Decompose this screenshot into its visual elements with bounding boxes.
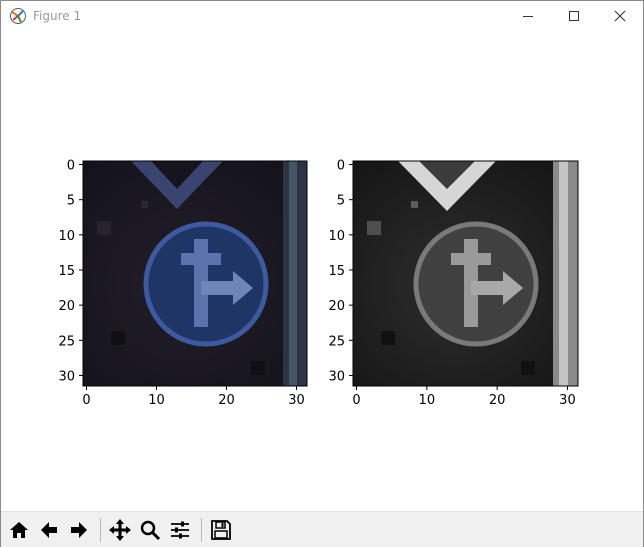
title-bar[interactable]: Figure 1 [1, 1, 643, 31]
maximize-icon [569, 11, 579, 21]
window-title: Figure 1 [33, 9, 82, 23]
y-tick-label: 25 [328, 334, 345, 349]
x-tick-label: 0 [82, 393, 90, 408]
y-tick-label: 15 [328, 264, 345, 279]
y-tick-label: 5 [67, 194, 75, 209]
y-tick-label: 25 [58, 334, 75, 349]
back-button[interactable] [35, 516, 63, 544]
navigation-toolbar [1, 511, 643, 547]
home-button[interactable] [5, 516, 33, 544]
y-tick-label: 15 [58, 264, 75, 279]
y-tick-label: 20 [58, 299, 75, 314]
x-tick-label: 20 [218, 393, 235, 408]
y-tick-label: 0 [337, 159, 345, 174]
configure-subplots-icon [171, 521, 189, 539]
grayscale-image [353, 161, 578, 386]
y-tick-label: 0 [67, 159, 75, 174]
zoom-button[interactable] [136, 516, 164, 544]
x-tick-label: 30 [288, 393, 305, 408]
save-button[interactable] [207, 516, 235, 544]
x-tick-label: 10 [148, 393, 165, 408]
save-icon [211, 520, 231, 540]
x-tick-label: 10 [419, 393, 436, 408]
y-tick-label: 30 [58, 369, 75, 384]
x-tick-label: 30 [559, 393, 576, 408]
close-button[interactable] [597, 1, 643, 31]
y-tick-label: 20 [328, 299, 345, 314]
forward-arrow-icon [71, 522, 87, 538]
figure-canvas[interactable]: 0 10 20 30 0 5 10 15 20 25 30 0 10 20 30 0 5 10 15 20 25 30 [1, 31, 643, 511]
toolbar-separator [201, 518, 202, 542]
home-icon [10, 522, 28, 538]
matplotlib-logo-icon [9, 7, 27, 25]
minimize-button[interactable] [505, 1, 551, 31]
y-tick-label: 10 [58, 229, 75, 244]
pan-button[interactable] [106, 516, 134, 544]
y-tick-label: 30 [328, 369, 345, 384]
close-icon [614, 10, 626, 22]
pan-icon [109, 519, 131, 541]
back-arrow-icon [41, 522, 57, 538]
y-tick-label: 10 [328, 229, 345, 244]
color-image [83, 161, 307, 386]
maximize-button[interactable] [551, 1, 597, 31]
y-tick-label: 5 [337, 194, 345, 209]
figure-svg: 0 10 20 30 0 5 10 15 20 25 30 0 10 20 30 0 5 10 15 20 25 30 [58, 159, 579, 408]
subplots-button[interactable] [166, 516, 194, 544]
x-tick-label: 0 [352, 393, 360, 408]
toolbar-separator [100, 518, 101, 542]
figure-window: Figure 1 0 10 20 30 0 5 10 15 20 25 30 0… [0, 0, 644, 547]
x-tick-label: 20 [489, 393, 506, 408]
minimize-icon [523, 16, 533, 17]
zoom-icon [140, 520, 161, 541]
forward-button[interactable] [65, 516, 93, 544]
